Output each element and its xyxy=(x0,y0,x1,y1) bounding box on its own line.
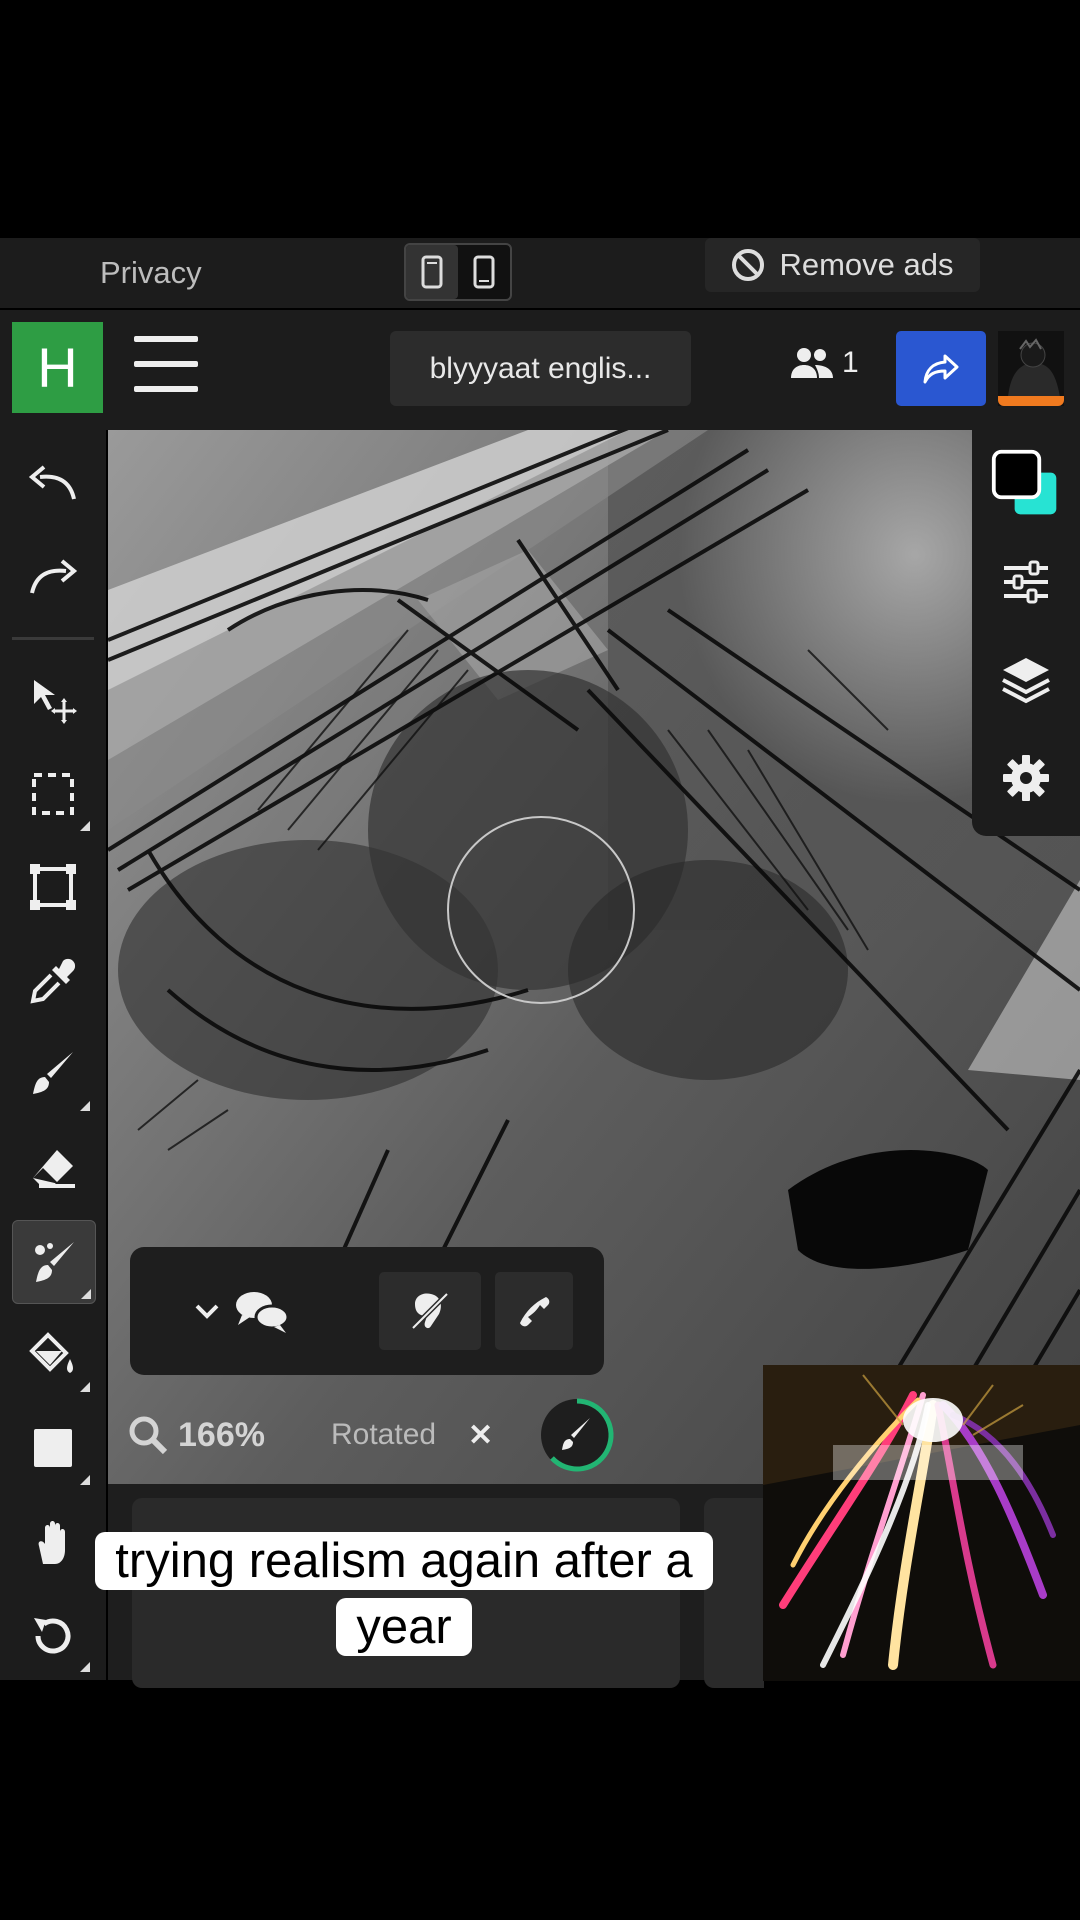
share-button[interactable] xyxy=(896,331,986,406)
undo-button[interactable] xyxy=(12,442,94,524)
fill-icon xyxy=(29,1332,73,1373)
fill-tool[interactable] xyxy=(12,1314,94,1396)
submenu-indicator xyxy=(81,1289,91,1299)
transform-icon xyxy=(30,864,76,910)
video-caption: trying realism again after a year xyxy=(44,1528,764,1660)
caption-line-1: trying realism again after a xyxy=(95,1532,713,1590)
color-swatch-icon xyxy=(991,449,1061,519)
submenu-indicator xyxy=(80,1662,90,1672)
move-tool[interactable] xyxy=(12,660,94,742)
brush-size-indicator[interactable] xyxy=(538,1396,616,1474)
brush-icon xyxy=(33,1052,73,1094)
select-icon xyxy=(32,773,74,815)
voice-mute-button[interactable] xyxy=(379,1272,481,1350)
redo-button[interactable] xyxy=(12,536,94,618)
submenu-indicator xyxy=(80,1382,90,1392)
phone-call-icon xyxy=(520,1297,550,1327)
speaker-off-icon xyxy=(411,1292,449,1330)
zoom-level: 166% xyxy=(178,1415,265,1454)
share-icon xyxy=(923,354,959,383)
caption-line-2: year xyxy=(336,1598,472,1656)
status-bar: 166% Rotated ✕ xyxy=(108,1398,708,1472)
color-swatch[interactable] xyxy=(990,448,1062,520)
block-icon xyxy=(732,249,765,281)
chat-bubbles-icon xyxy=(236,1292,290,1333)
move-icon xyxy=(34,680,77,724)
undo-icon xyxy=(28,465,76,500)
layers-icon xyxy=(1002,658,1050,704)
zoom-indicator[interactable]: 166% xyxy=(128,1415,265,1455)
reset-rotation-button[interactable]: ✕ xyxy=(468,1418,493,1453)
sliders-icon xyxy=(1004,560,1048,604)
menu-icon[interactable] xyxy=(134,336,198,392)
collaborators-button[interactable]: 1 xyxy=(790,346,859,380)
left-toolbar xyxy=(0,430,106,1680)
artwork-thumbnail xyxy=(763,1365,1080,1681)
document-title[interactable]: blyyyaat englis... xyxy=(390,331,691,406)
eraser-icon xyxy=(33,1150,75,1188)
remove-ads-label: Remove ads xyxy=(779,247,954,282)
adjustments-button[interactable] xyxy=(990,546,1062,618)
chat-toggle-button[interactable] xyxy=(182,1272,302,1350)
remove-ads-button[interactable]: Remove ads xyxy=(705,238,980,292)
phone-portrait-icon[interactable] xyxy=(406,245,458,299)
shape-icon xyxy=(34,1429,72,1467)
transform-tool[interactable] xyxy=(12,846,94,928)
right-toolbar xyxy=(972,430,1080,836)
zoom-icon xyxy=(129,1416,168,1455)
settings-button[interactable] xyxy=(990,742,1062,814)
submenu-indicator xyxy=(80,1101,90,1111)
toolbar-divider xyxy=(12,637,94,640)
users-icon xyxy=(791,348,833,378)
smudge-icon xyxy=(35,1242,74,1282)
eraser-tool[interactable] xyxy=(12,1127,94,1209)
redo-icon xyxy=(30,559,78,594)
chevron-down-icon xyxy=(195,1304,219,1319)
call-button[interactable] xyxy=(495,1272,573,1350)
brush-tool[interactable] xyxy=(12,1033,94,1115)
device-toggle[interactable] xyxy=(404,243,512,301)
select-tool[interactable] xyxy=(12,753,94,835)
privacy-link[interactable]: Privacy xyxy=(100,238,202,308)
users-count: 1 xyxy=(842,346,859,379)
eyedropper-tool[interactable] xyxy=(12,940,94,1022)
layers-button[interactable] xyxy=(990,644,1062,716)
eyedropper-icon xyxy=(30,958,76,1004)
submenu-indicator xyxy=(80,821,90,831)
rotated-label: Rotated xyxy=(331,1418,437,1451)
smudge-tool[interactable] xyxy=(12,1220,96,1304)
app-header: H blyyyaat englis... 1 xyxy=(0,310,1080,430)
chat-panel xyxy=(130,1247,604,1375)
phone-icon[interactable] xyxy=(458,245,510,299)
gear-icon xyxy=(1003,755,1049,801)
avatar[interactable] xyxy=(998,331,1064,406)
video-thumbnail[interactable] xyxy=(763,1365,1080,1681)
app-logo[interactable]: H xyxy=(12,322,103,413)
shape-tool[interactable] xyxy=(12,1407,94,1489)
primary-color xyxy=(991,449,1042,500)
site-top-bar: Privacy Remove ads xyxy=(0,238,1080,308)
submenu-indicator xyxy=(80,1475,90,1485)
avatar-accent-bar xyxy=(998,396,1064,406)
